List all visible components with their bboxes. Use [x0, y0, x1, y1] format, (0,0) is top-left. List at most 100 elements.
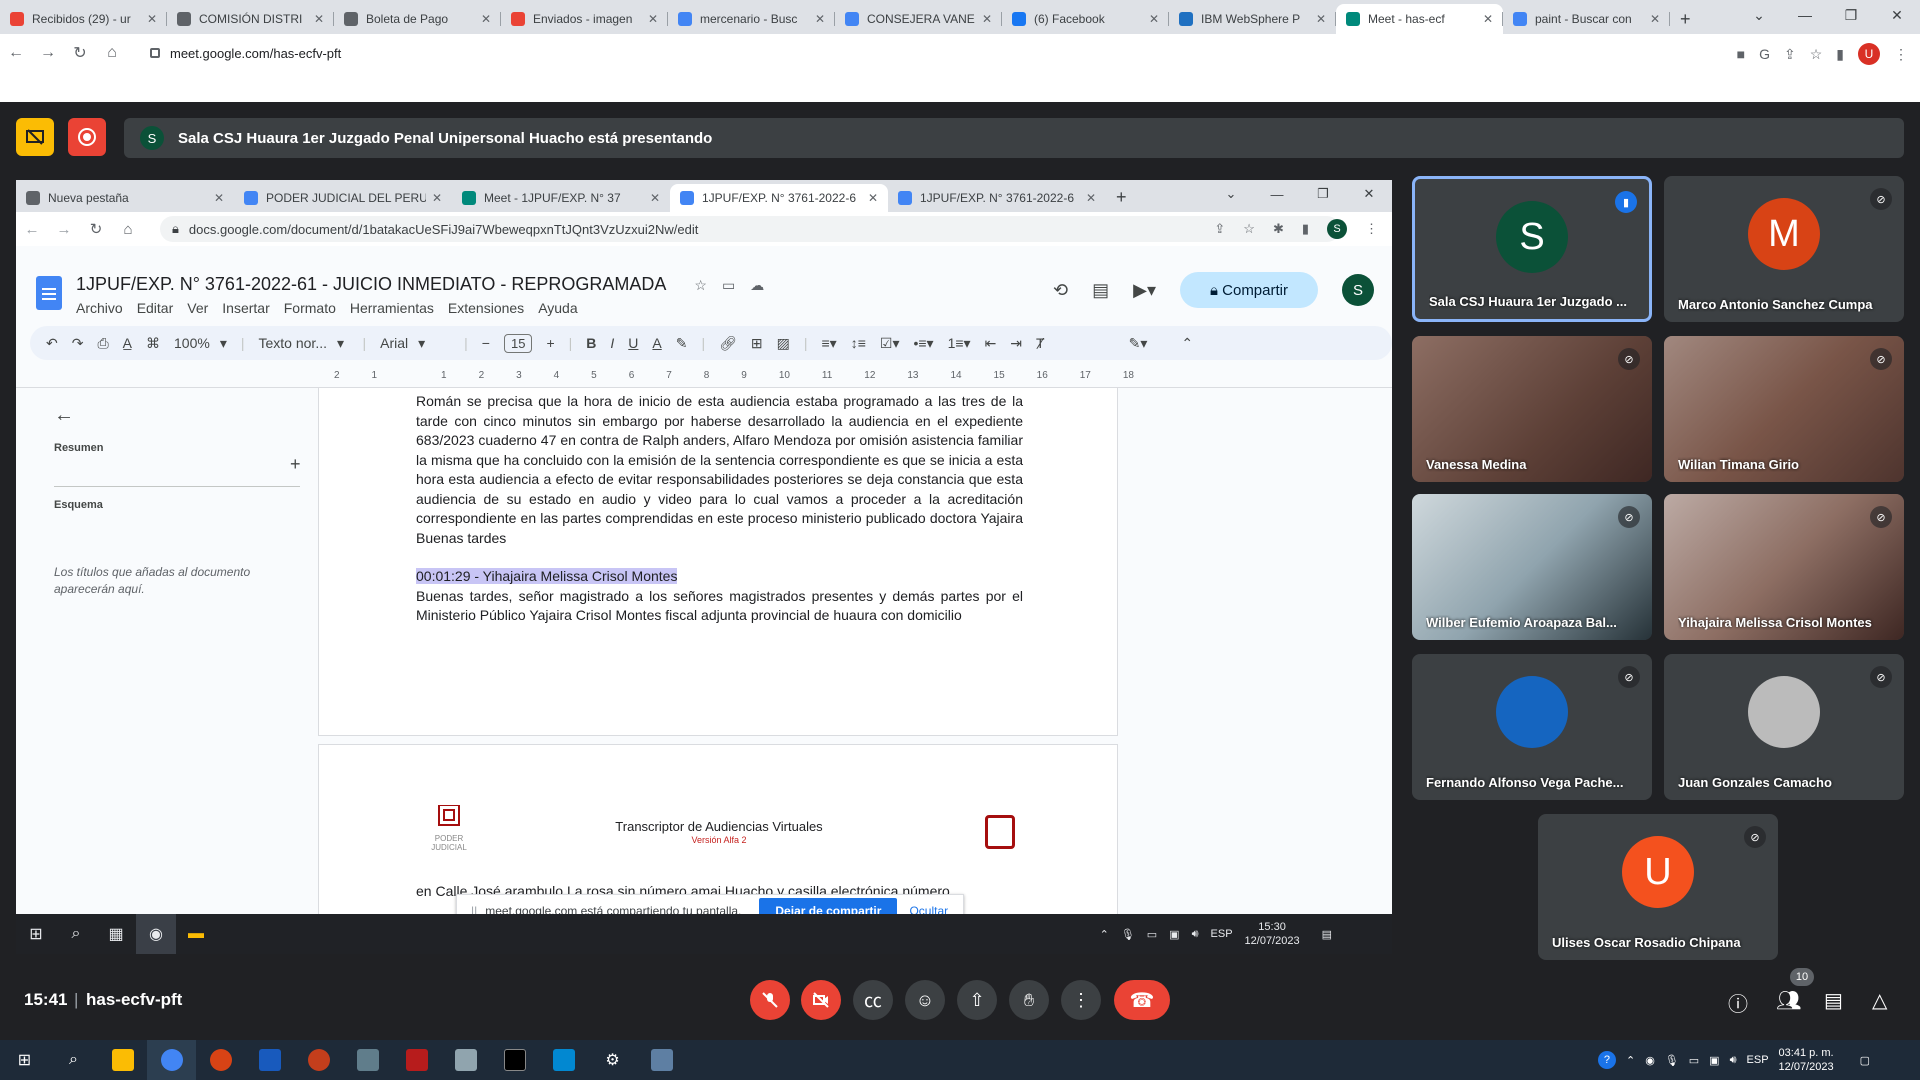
notifications-icon[interactable]: ▤: [1322, 928, 1332, 941]
camera-icon[interactable]: ■: [1737, 46, 1745, 62]
browser-tab[interactable]: CONSEJERA VANE ✕: [835, 4, 1002, 34]
paint-format-icon[interactable]: ⌘: [146, 335, 160, 352]
shared-url-field[interactable]: 🔒︎ docs.google.com/document/d/1batakacUe…: [160, 216, 1340, 242]
participant-tile[interactable]: ⊘ Wilber Eufemio Aroapaza Bal...: [1412, 494, 1652, 640]
back-icon[interactable]: ←: [0, 44, 32, 62]
people-icon[interactable]: 👥︎: [1776, 988, 1801, 1013]
activities-icon[interactable]: △: [1872, 988, 1887, 1013]
participant-tile[interactable]: S ▮ Sala CSJ Huaura 1er Juzgado ...: [1412, 176, 1652, 322]
shared-home-icon[interactable]: ⌂: [112, 221, 144, 238]
close-tab-icon[interactable]: ✕: [1149, 12, 1159, 26]
battery-icon[interactable]: ▭: [1689, 1054, 1699, 1067]
star-icon[interactable]: ☆: [694, 277, 707, 293]
link-icon[interactable]: 🔗︎: [719, 335, 737, 352]
spellcheck-icon[interactable]: A̲: [123, 335, 132, 351]
tray-chevron-icon[interactable]: ⌃: [1100, 928, 1109, 941]
captions-button[interactable]: ㏄: [853, 980, 893, 1020]
more-options-button[interactable]: ⋮: [1061, 980, 1101, 1020]
docs-account-avatar[interactable]: S: [1342, 274, 1374, 306]
meeting-info-icon[interactable]: ⓘ: [1728, 988, 1748, 1017]
extensions-icon[interactable]: ✱: [1273, 221, 1284, 237]
menu-item[interactable]: Archivo: [76, 300, 123, 316]
decrease-font-icon[interactable]: −: [482, 335, 490, 351]
powerpoint-icon[interactable]: [294, 1040, 343, 1080]
cloud-status-icon[interactable]: ☁: [750, 277, 764, 293]
drag-handle-icon[interactable]: ||: [471, 904, 477, 914]
app-icon[interactable]: [196, 1040, 245, 1080]
windows-start-icon[interactable]: ⊞: [16, 914, 56, 954]
acrobat-icon[interactable]: [392, 1040, 441, 1080]
tray-chevron-icon[interactable]: ⌃: [1626, 1054, 1635, 1067]
shared-tab-search-icon[interactable]: ⌄: [1208, 180, 1254, 208]
battery-icon[interactable]: ▭: [1147, 928, 1157, 941]
calculator-icon[interactable]: [343, 1040, 392, 1080]
language-indicator[interactable]: ESP: [1211, 928, 1233, 940]
side-panel-icon[interactable]: ▮: [1836, 46, 1844, 63]
shared-new-tab-button[interactable]: +: [1106, 182, 1137, 212]
close-tab-icon[interactable]: ✕: [650, 191, 660, 205]
decrease-indent-icon[interactable]: ⇤: [985, 335, 997, 352]
shared-profile-avatar[interactable]: S: [1327, 219, 1347, 239]
zoom-select[interactable]: 100% ▾: [174, 335, 227, 352]
shared-close-button[interactable]: ✕: [1346, 180, 1392, 208]
shared-reload-icon[interactable]: ↻: [80, 220, 112, 238]
search-icon[interactable]: ⌕: [56, 914, 96, 954]
close-tab-icon[interactable]: ✕: [147, 12, 157, 26]
menu-item[interactable]: Editar: [137, 300, 174, 316]
close-tab-icon[interactable]: ✕: [432, 191, 442, 205]
checklist-icon[interactable]: ☑▾: [880, 335, 900, 352]
close-window-button[interactable]: ✕: [1874, 0, 1920, 30]
share-button[interactable]: 🔒︎ Compartir: [1180, 272, 1318, 308]
version-history-icon[interactable]: ⟲: [1053, 280, 1068, 301]
browser-tab[interactable]: mercenario - Busc ✕: [668, 4, 835, 34]
document-page-2[interactable]: PODER JUDICIAL Transcriptor de Audiencia…: [318, 744, 1118, 914]
menu-item[interactable]: Insertar: [222, 300, 269, 316]
recording-icon[interactable]: [68, 118, 106, 156]
redo-icon[interactable]: ↷: [72, 335, 84, 352]
shared-back-icon[interactable]: ←: [16, 221, 48, 238]
insert-image-icon[interactable]: ▨: [777, 335, 790, 352]
meet-call-icon[interactable]: ▶▾: [1133, 280, 1156, 301]
close-tab-icon[interactable]: ✕: [815, 12, 825, 26]
app-icon[interactable]: [637, 1040, 686, 1080]
numbered-list-icon[interactable]: 1≡▾: [948, 335, 971, 352]
task-view-icon[interactable]: ▦: [96, 914, 136, 954]
hide-menus-icon[interactable]: ⌃: [1181, 335, 1193, 352]
file-explorer-icon[interactable]: [98, 1040, 147, 1080]
camera-off-button[interactable]: [801, 980, 841, 1020]
shared-clock[interactable]: 15:30 12/07/2023: [1245, 920, 1300, 948]
italic-icon[interactable]: I: [610, 335, 614, 351]
app-icon[interactable]: [441, 1040, 490, 1080]
underline-icon[interactable]: U: [628, 335, 638, 351]
language-indicator[interactable]: ESP: [1747, 1054, 1769, 1066]
menu-item[interactable]: Ver: [187, 300, 208, 316]
menu-kebab-icon[interactable]: ⋮: [1894, 46, 1908, 63]
emoji-button[interactable]: ☺: [905, 980, 945, 1020]
browser-tab[interactable]: IBM WebSphere P ✕: [1169, 4, 1336, 34]
close-tab-icon[interactable]: ✕: [982, 12, 992, 26]
move-folder-icon[interactable]: ▭: [722, 277, 735, 293]
participant-tile[interactable]: M ⊘ Marco Antonio Sanchez Cumpa: [1664, 176, 1904, 322]
add-comment-icon[interactable]: ⊞: [751, 335, 763, 352]
present-button[interactable]: ⇧: [957, 980, 997, 1020]
increase-indent-icon[interactable]: ⇥: [1010, 335, 1022, 352]
shared-menu-icon[interactable]: ⋮: [1365, 221, 1378, 237]
home-icon[interactable]: ⌂: [96, 44, 128, 62]
search-icon[interactable]: ⌕: [49, 1040, 98, 1080]
comments-icon[interactable]: ▤: [1092, 280, 1109, 301]
volume-icon[interactable]: 🔊︎: [1730, 1054, 1737, 1067]
close-tab-icon[interactable]: ✕: [868, 191, 878, 205]
shared-restore-button[interactable]: ❐: [1300, 180, 1346, 208]
document-text[interactable]: Román se precisa que la hora de inicio d…: [416, 392, 1023, 626]
terminal-icon[interactable]: [490, 1040, 539, 1080]
os-clock[interactable]: 03:41 p. m. 12/07/2023: [1779, 1046, 1834, 1074]
hide-notice-link[interactable]: Ocultar: [909, 904, 948, 914]
participant-tile[interactable]: ⊘ Wilian Timana Girio: [1664, 336, 1904, 482]
volume-icon[interactable]: 🔊︎: [1192, 928, 1199, 941]
network-icon[interactable]: ▣: [1169, 928, 1179, 941]
webcam-icon[interactable]: ◉: [1645, 1054, 1655, 1067]
shared-forward-icon[interactable]: →: [48, 221, 80, 238]
bulleted-list-icon[interactable]: •≡▾: [913, 335, 933, 352]
add-summary-icon[interactable]: +: [290, 454, 301, 475]
browser-tab[interactable]: COMISIÓN DISTRI ✕: [167, 4, 334, 34]
